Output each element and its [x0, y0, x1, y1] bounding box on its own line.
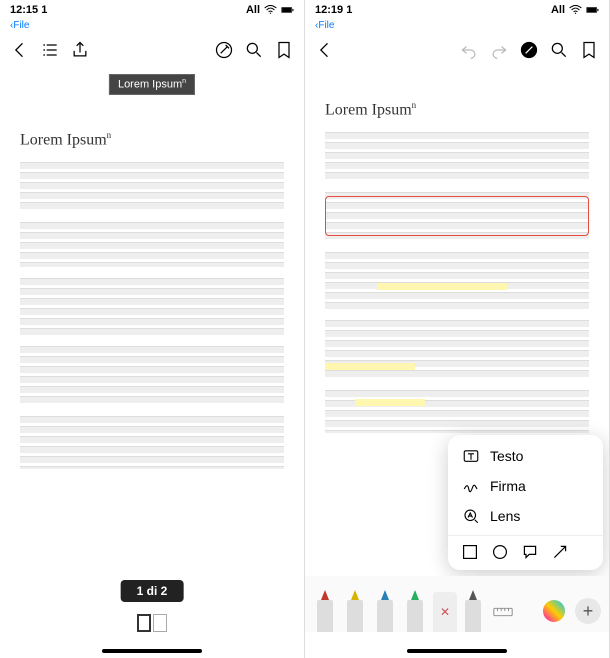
paragraph [20, 415, 284, 469]
highlighter-blue[interactable] [373, 584, 397, 632]
shape-square-icon[interactable] [462, 544, 478, 560]
text-icon [462, 447, 480, 465]
red-rectangle-annotation[interactable] [325, 196, 589, 236]
highlight-annotation[interactable] [377, 283, 507, 290]
pencil-green[interactable] [403, 584, 427, 632]
page-thumb-2[interactable] [153, 614, 167, 632]
document-page[interactable]: Lorem Ipsumn [20, 130, 284, 588]
status-time: 12:19 1 [315, 4, 352, 16]
ruler-tool[interactable] [491, 592, 515, 632]
bookmark-button[interactable] [272, 38, 296, 62]
shape-circle-icon[interactable] [492, 544, 508, 560]
status-right: All [551, 4, 599, 16]
shape-bubble-icon[interactable] [522, 544, 538, 560]
toolbar-viewer [0, 34, 304, 66]
screen-left-viewer: 12:15 1 All ‹File Lorem Ipsumn Lorem Ips… [0, 0, 305, 658]
paragraph [325, 251, 589, 309]
drawing-toolbar: ✕ + [305, 576, 609, 632]
paragraph [20, 277, 284, 335]
color-picker-button[interactable] [543, 600, 565, 622]
breadcrumb[interactable]: ‹File [305, 20, 609, 34]
paragraph [325, 131, 589, 181]
page-thumbnails[interactable] [137, 614, 167, 632]
paragraph [325, 389, 589, 433]
signature-icon [462, 477, 480, 495]
breadcrumb[interactable]: ‹File [0, 20, 304, 34]
insert-tool-menu: Testo Firma Lens [448, 435, 603, 570]
paragraph [325, 319, 589, 379]
redo-button[interactable] [487, 38, 511, 62]
wifi-icon [264, 5, 277, 15]
page-counter: 1 di 2 [121, 580, 184, 602]
shape-arrow-icon[interactable] [552, 544, 568, 560]
toolbar-markup [305, 34, 609, 66]
outline-button[interactable] [38, 38, 62, 62]
home-indicator[interactable] [407, 649, 507, 653]
paragraph-annotated [325, 191, 589, 241]
page-title: Lorem Ipsumn [325, 100, 589, 119]
search-button[interactable] [547, 38, 571, 62]
insert-text-item[interactable]: Testo [448, 441, 603, 471]
status-carrier: All [246, 4, 260, 16]
paragraph [20, 221, 284, 267]
status-carrier: All [551, 4, 565, 16]
bookmark-button[interactable] [577, 38, 601, 62]
status-time: 12:15 1 [10, 4, 47, 16]
search-button[interactable] [242, 38, 266, 62]
back-button[interactable] [313, 38, 337, 62]
screen-right-markup: 12:19 1 All ‹File Lorem Ipsumn [305, 0, 610, 658]
undo-button[interactable] [457, 38, 481, 62]
back-button[interactable] [8, 38, 32, 62]
page-thumbnail-label: Lorem Ipsumn [109, 74, 195, 95]
add-tool-button[interactable]: + [575, 598, 601, 624]
pen-tool-red[interactable] [313, 584, 337, 632]
battery-icon [281, 5, 294, 15]
highlight-annotation[interactable] [355, 399, 425, 406]
status-right: All [246, 4, 294, 16]
insert-lens-label: Lens [490, 508, 520, 524]
insert-text-label: Testo [490, 448, 523, 464]
lens-icon [462, 507, 480, 525]
wifi-icon [569, 5, 582, 15]
highlighter-yellow[interactable] [343, 584, 367, 632]
battery-icon [586, 5, 599, 15]
page-title: Lorem Ipsumn [20, 130, 284, 149]
shape-row [448, 535, 603, 564]
paragraph [20, 161, 284, 211]
eraser-tool[interactable]: ✕ [433, 592, 457, 632]
insert-signature-item[interactable]: Firma [448, 471, 603, 501]
insert-lens-item[interactable]: Lens [448, 501, 603, 531]
markup-button-active[interactable] [517, 38, 541, 62]
share-button[interactable] [68, 38, 92, 62]
status-bar: 12:15 1 All [0, 0, 304, 20]
markup-button[interactable] [212, 38, 236, 62]
highlight-annotation[interactable] [325, 363, 415, 370]
pen-tool-black[interactable] [461, 584, 485, 632]
insert-signature-label: Firma [490, 478, 526, 494]
paragraph [20, 345, 284, 405]
status-bar: 12:19 1 All [305, 0, 609, 20]
page-thumb-1[interactable] [137, 614, 151, 632]
home-indicator[interactable] [102, 649, 202, 653]
